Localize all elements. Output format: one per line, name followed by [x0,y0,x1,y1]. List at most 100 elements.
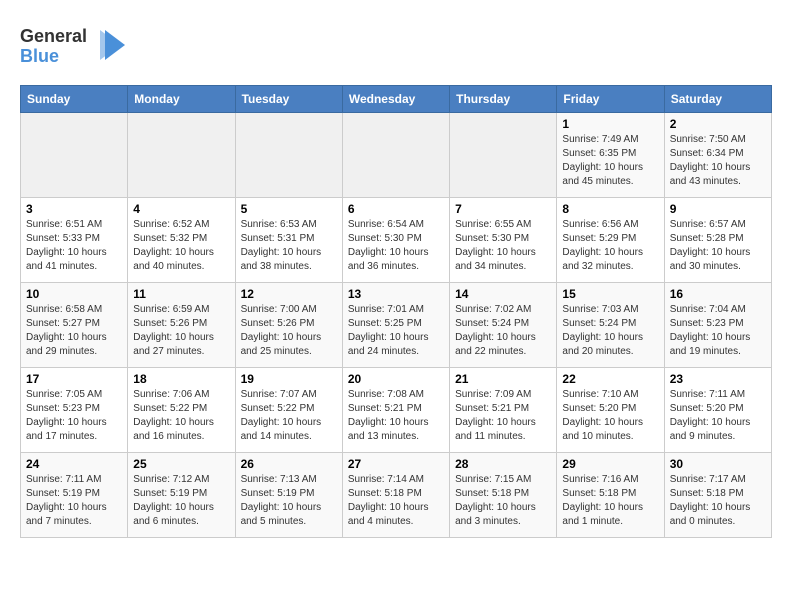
day-info: Sunrise: 7:50 AM Sunset: 6:34 PM Dayligh… [670,133,766,189]
calendar-day-cell: 3 Sunrise: 6:51 AM Sunset: 5:33 PM Daylig… [21,198,128,283]
calendar-day-cell: 29 Sunrise: 7:16 AM Sunset: 5:18 PM Dayli… [557,453,664,538]
day-info: Sunrise: 7:03 AM Sunset: 5:24 PM Dayligh… [562,303,658,359]
calendar-day-cell: 26 Sunrise: 7:13 AM Sunset: 5:19 PM Dayli… [235,453,342,538]
logo: General Blue [20,20,130,75]
calendar-day-cell: 5 Sunrise: 6:53 AM Sunset: 5:31 PM Daylig… [235,198,342,283]
day-number: 21 [455,372,551,386]
calendar-day-cell: 2 Sunrise: 7:50 AM Sunset: 6:34 PM Daylig… [664,113,771,198]
day-number: 13 [348,287,444,301]
day-info: Sunrise: 6:59 AM Sunset: 5:26 PM Dayligh… [133,303,229,359]
day-number: 29 [562,457,658,471]
calendar-day-cell: 21Sunrise: 7:09 AM Sunset: 5:21 PM Dayli… [450,368,557,453]
day-number: 22 [562,372,658,386]
day-info: Sunrise: 6:57 AM Sunset: 5:28 PM Dayligh… [670,218,766,274]
calendar-day-cell: 16 Sunrise: 7:04 AM Sunset: 5:23 PM Dayli… [664,283,771,368]
calendar-day-cell: 9 Sunrise: 6:57 AM Sunset: 5:28 PM Daylig… [664,198,771,283]
logo-text: General Blue [20,20,130,75]
day-info: Sunrise: 7:06 AM Sunset: 5:22 PM Dayligh… [133,388,229,444]
day-number: 19 [241,372,337,386]
calendar-day-cell [450,113,557,198]
day-number: 10 [26,287,122,301]
day-of-week-header: Friday [557,86,664,113]
day-number: 15 [562,287,658,301]
day-info: Sunrise: 6:58 AM Sunset: 5:27 PM Dayligh… [26,303,122,359]
day-number: 24 [26,457,122,471]
day-number: 23 [670,372,766,386]
calendar-header-row: SundayMondayTuesdayWednesdayThursdayFrid… [21,86,772,113]
calendar-day-cell: 19Sunrise: 7:07 AM Sunset: 5:22 PM Dayli… [235,368,342,453]
day-number: 12 [241,287,337,301]
calendar-day-cell: 15 Sunrise: 7:03 AM Sunset: 5:24 PM Dayli… [557,283,664,368]
calendar-day-cell [235,113,342,198]
calendar-day-cell: 24Sunrise: 7:11 AM Sunset: 5:19 PM Dayli… [21,453,128,538]
calendar-week-row: 10 Sunrise: 6:58 AM Sunset: 5:27 PM Dayli… [21,283,772,368]
day-info: Sunrise: 7:49 AM Sunset: 6:35 PM Dayligh… [562,133,658,189]
day-number: 28 [455,457,551,471]
day-info: Sunrise: 7:08 AM Sunset: 5:21 PM Dayligh… [348,388,444,444]
calendar-week-row: 3 Sunrise: 6:51 AM Sunset: 5:33 PM Daylig… [21,198,772,283]
calendar-table: SundayMondayTuesdayWednesdayThursdayFrid… [20,85,772,538]
calendar-day-cell: 17 Sunrise: 7:05 AM Sunset: 5:23 PM Dayli… [21,368,128,453]
day-info: Sunrise: 7:17 AM Sunset: 5:18 PM Dayligh… [670,473,766,529]
day-info: Sunrise: 7:01 AM Sunset: 5:25 PM Dayligh… [348,303,444,359]
day-of-week-header: Wednesday [342,86,449,113]
day-info: Sunrise: 6:55 AM Sunset: 5:30 PM Dayligh… [455,218,551,274]
day-number: 4 [133,202,229,216]
page-header: General Blue [20,20,772,75]
day-number: 17 [26,372,122,386]
calendar-day-cell: 22 Sunrise: 7:10 AM Sunset: 5:20 PM Dayli… [557,368,664,453]
day-info: Sunrise: 7:13 AM Sunset: 5:19 PM Dayligh… [241,473,337,529]
calendar-day-cell: 18Sunrise: 7:06 AM Sunset: 5:22 PM Dayli… [128,368,235,453]
day-number: 26 [241,457,337,471]
day-number: 30 [670,457,766,471]
calendar-day-cell: 4Sunrise: 6:52 AM Sunset: 5:32 PM Daylig… [128,198,235,283]
day-number: 1 [562,117,658,131]
day-info: Sunrise: 7:02 AM Sunset: 5:24 PM Dayligh… [455,303,551,359]
calendar-day-cell: 7 Sunrise: 6:55 AM Sunset: 5:30 PM Daylig… [450,198,557,283]
calendar-day-cell: 11Sunrise: 6:59 AM Sunset: 5:26 PM Dayli… [128,283,235,368]
day-of-week-header: Sunday [21,86,128,113]
day-info: Sunrise: 7:11 AM Sunset: 5:20 PM Dayligh… [670,388,766,444]
calendar-day-cell: 20 Sunrise: 7:08 AM Sunset: 5:21 PM Dayli… [342,368,449,453]
calendar-week-row: 24Sunrise: 7:11 AM Sunset: 5:19 PM Dayli… [21,453,772,538]
calendar-day-cell [21,113,128,198]
day-number: 20 [348,372,444,386]
day-number: 25 [133,457,229,471]
day-of-week-header: Tuesday [235,86,342,113]
day-number: 14 [455,287,551,301]
day-number: 7 [455,202,551,216]
calendar-day-cell [342,113,449,198]
day-number: 6 [348,202,444,216]
day-number: 2 [670,117,766,131]
calendar-day-cell: 14 Sunrise: 7:02 AM Sunset: 5:24 PM Dayli… [450,283,557,368]
calendar-day-cell: 8Sunrise: 6:56 AM Sunset: 5:29 PM Daylig… [557,198,664,283]
day-number: 9 [670,202,766,216]
calendar-day-cell: 10 Sunrise: 6:58 AM Sunset: 5:27 PM Dayli… [21,283,128,368]
day-info: Sunrise: 7:15 AM Sunset: 5:18 PM Dayligh… [455,473,551,529]
calendar-day-cell: 23 Sunrise: 7:11 AM Sunset: 5:20 PM Dayli… [664,368,771,453]
day-info: Sunrise: 6:53 AM Sunset: 5:31 PM Dayligh… [241,218,337,274]
day-info: Sunrise: 6:54 AM Sunset: 5:30 PM Dayligh… [348,218,444,274]
day-number: 16 [670,287,766,301]
svg-text:General: General [20,26,87,46]
calendar-week-row: 17 Sunrise: 7:05 AM Sunset: 5:23 PM Dayli… [21,368,772,453]
day-number: 5 [241,202,337,216]
day-info: Sunrise: 7:04 AM Sunset: 5:23 PM Dayligh… [670,303,766,359]
day-of-week-header: Monday [128,86,235,113]
calendar-day-cell: 25 Sunrise: 7:12 AM Sunset: 5:19 PM Dayli… [128,453,235,538]
day-info: Sunrise: 7:10 AM Sunset: 5:20 PM Dayligh… [562,388,658,444]
svg-text:Blue: Blue [20,46,59,66]
day-info: Sunrise: 7:16 AM Sunset: 5:18 PM Dayligh… [562,473,658,529]
calendar-week-row: 1 Sunrise: 7:49 AM Sunset: 6:35 PM Daylig… [21,113,772,198]
calendar-day-cell: 13 Sunrise: 7:01 AM Sunset: 5:25 PM Dayli… [342,283,449,368]
day-number: 8 [562,202,658,216]
calendar-day-cell [128,113,235,198]
day-number: 3 [26,202,122,216]
day-info: Sunrise: 6:51 AM Sunset: 5:33 PM Dayligh… [26,218,122,274]
calendar-day-cell: 1 Sunrise: 7:49 AM Sunset: 6:35 PM Daylig… [557,113,664,198]
day-of-week-header: Saturday [664,86,771,113]
day-info: Sunrise: 7:12 AM Sunset: 5:19 PM Dayligh… [133,473,229,529]
calendar-day-cell: 28 Sunrise: 7:15 AM Sunset: 5:18 PM Dayli… [450,453,557,538]
day-info: Sunrise: 7:05 AM Sunset: 5:23 PM Dayligh… [26,388,122,444]
calendar-day-cell: 6 Sunrise: 6:54 AM Sunset: 5:30 PM Daylig… [342,198,449,283]
